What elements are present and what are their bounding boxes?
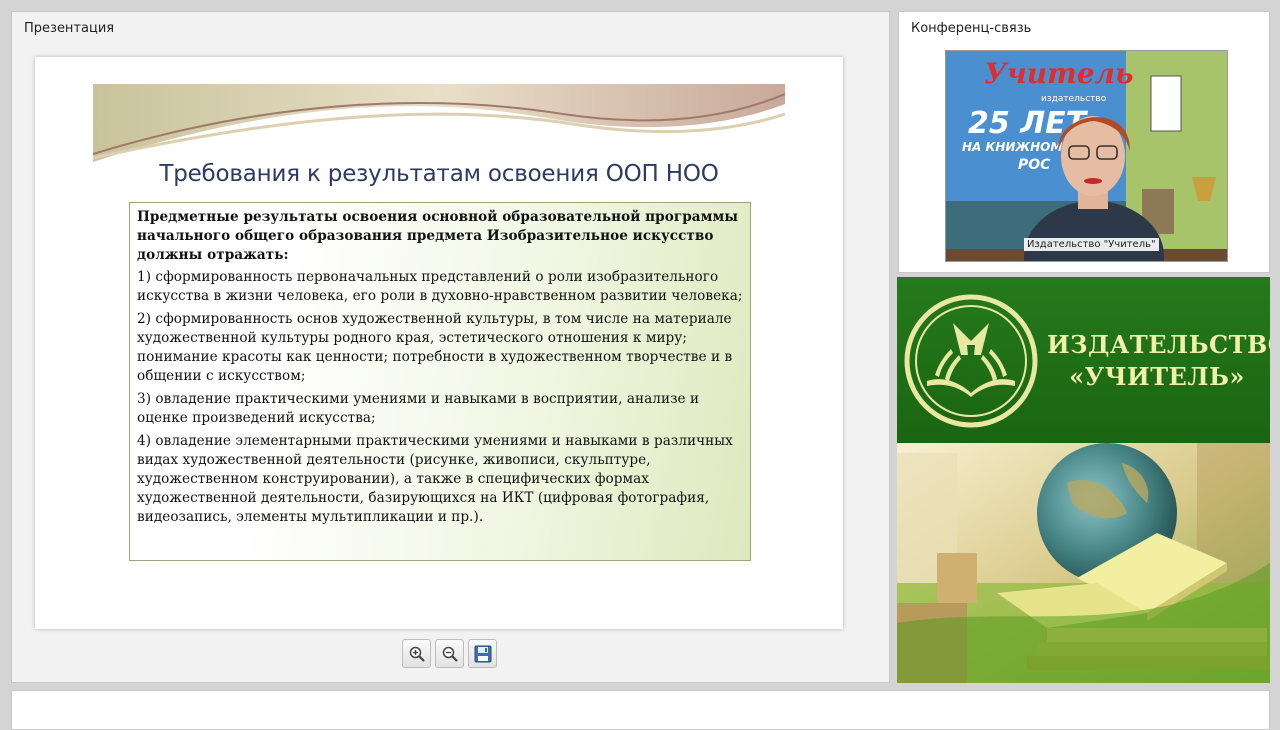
presentation-panel-title: Презентация xyxy=(24,21,115,36)
slide-list-item: 4) овладение элементарными практическими… xyxy=(137,433,733,525)
publisher-logo-icon xyxy=(904,294,1038,428)
slide-list-item: 3) овладение практическими умениями и на… xyxy=(137,391,700,426)
presentation-panel: Презентация Требования к результатам осв… xyxy=(11,11,890,683)
bottom-panel xyxy=(11,690,1270,730)
backdrop-text: НА КНИЖНОМ xyxy=(962,140,1062,154)
save-slide-button[interactable] xyxy=(468,639,497,668)
video-frame: Учитель издательство 25 ЛЕТ НА КНИЖНОМ Р… xyxy=(946,51,1227,261)
publisher-name-line1: ИЗДАТЕЛЬСТВО xyxy=(1047,330,1270,359)
backdrop-text: РОС xyxy=(1018,157,1051,173)
zoom-out-icon xyxy=(442,646,458,662)
slide-title: Требования к результатам освоения ООП НО… xyxy=(159,161,719,187)
slide-list-item: 1) сформированность первоначальных предс… xyxy=(137,269,743,304)
conference-panel: Конференц-связь Учитель издательство 25 … xyxy=(898,11,1270,273)
participant-name-label: Издательство "Учитель" xyxy=(1024,238,1159,251)
publisher-name-line2: «УЧИТЕЛЬ» xyxy=(1069,362,1245,391)
backdrop-text: издательство xyxy=(1041,94,1107,104)
floppy-disk-icon xyxy=(474,645,491,662)
participant-video[interactable]: Учитель издательство 25 ЛЕТ НА КНИЖНОМ Р… xyxy=(945,50,1228,262)
conference-panel-title: Конференц-связь xyxy=(911,21,1032,36)
backdrop-text: Учитель xyxy=(984,57,1134,90)
books-globe-image xyxy=(897,443,1270,683)
publisher-banner: ИЗДАТЕЛЬСТВО «УЧИТЕЛЬ» xyxy=(897,277,1270,683)
publisher-banner-header: ИЗДАТЕЛЬСТВО «УЧИТЕЛЬ» xyxy=(897,277,1270,443)
zoom-out-button[interactable] xyxy=(435,639,464,668)
slide-lead-text: Предметные результаты освоения основной … xyxy=(137,209,739,263)
slide-banner-decoration xyxy=(93,84,785,162)
slide: Требования к результатам освоения ООП НО… xyxy=(35,57,843,629)
zoom-in-button[interactable] xyxy=(402,639,431,668)
slide-content-box: Предметные результаты освоения основной … xyxy=(129,202,751,561)
slide-list-item: 2) сформированность основ художественной… xyxy=(137,311,733,384)
zoom-in-icon xyxy=(409,646,425,662)
